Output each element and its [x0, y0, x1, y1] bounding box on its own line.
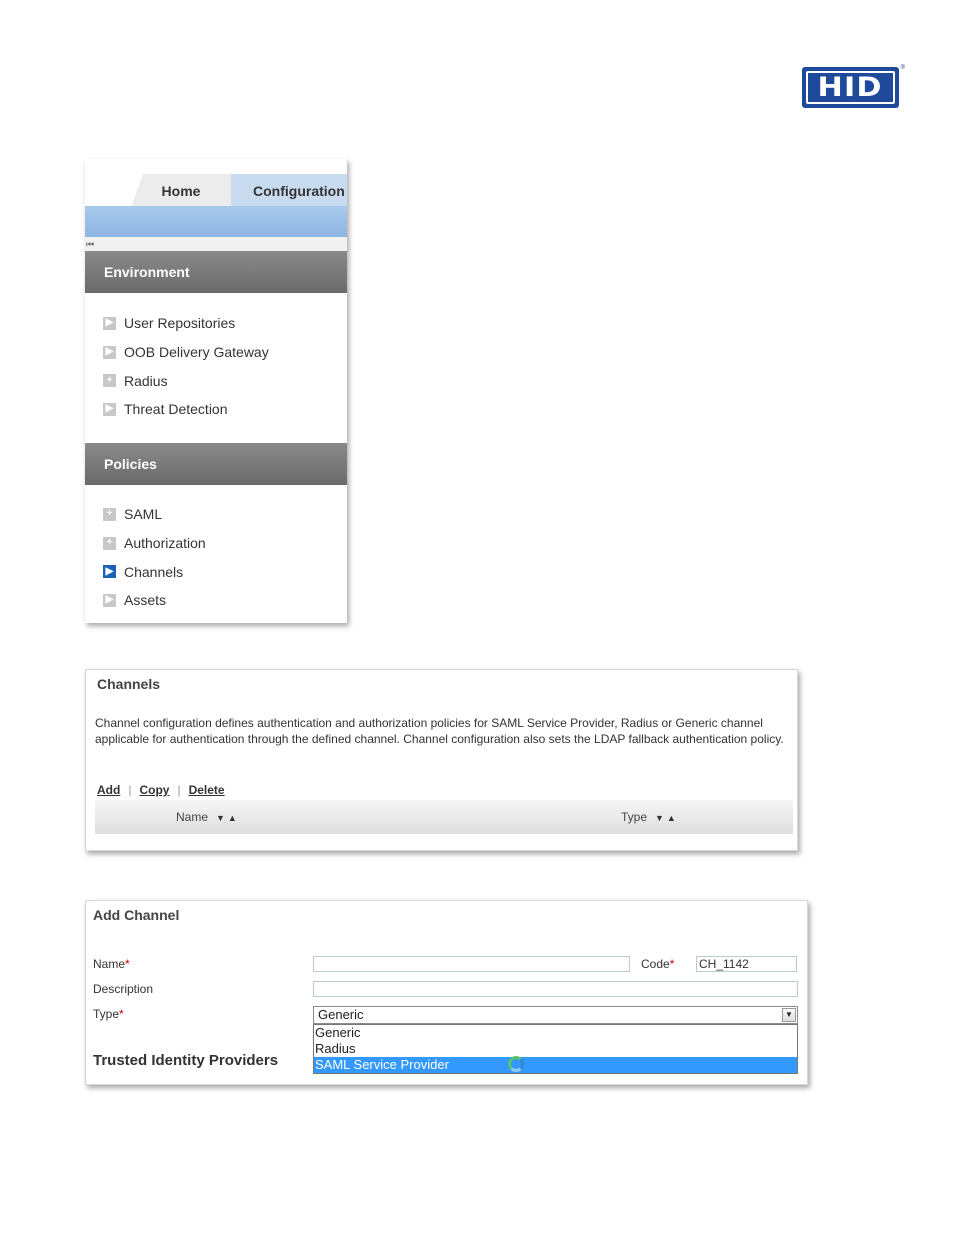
chevron-down-icon[interactable]: ▼	[782, 1008, 796, 1022]
action-separator: |	[128, 783, 132, 797]
nav-item-assets[interactable]: ▶ Assets	[85, 586, 347, 615]
type-dropdown-list: Generic Radius SAML Service Provider	[313, 1024, 798, 1074]
nav-item-user-repositories[interactable]: ▶ User Repositories	[85, 309, 347, 338]
nav-item-label: Authorization	[124, 535, 206, 552]
table-header: Name ▼▲ Type ▼▲	[95, 800, 793, 834]
type-select[interactable]: Generic ▼	[313, 1006, 798, 1024]
action-bar: Add | Copy | Delete	[97, 783, 225, 797]
channels-panel: Channels Channel configuration defines a…	[85, 669, 798, 851]
tab-home[interactable]: Home	[131, 174, 231, 207]
hid-logo-text: HID	[817, 72, 884, 103]
column-type-label: Type	[621, 810, 648, 824]
nav-item-channels[interactable]: ▶ Channels	[85, 557, 347, 586]
trusted-identity-providers-heading: Trusted Identity Providers	[93, 1052, 279, 1069]
chevron-right-icon: ▶	[103, 565, 116, 579]
add-channel-panel: Add Channel Name* Code* CH_1142 Descript…	[85, 900, 808, 1085]
nav-item-label: User Repositories	[124, 315, 236, 332]
name-label: Name*	[93, 957, 130, 971]
type-label-text: Type	[93, 1007, 120, 1021]
registered-mark: ®	[900, 65, 905, 71]
nav-item-oob-delivery-gateway[interactable]: ▶ OOB Delivery Gateway	[85, 338, 347, 367]
chevron-right-icon: ▶	[103, 345, 116, 359]
nav-item-label: OOB Delivery Gateway	[124, 344, 269, 361]
column-name-label: Name	[176, 810, 209, 824]
channels-description: Channel configuration defines authentica…	[95, 716, 784, 746]
chevron-right-icon: ▶	[103, 402, 116, 416]
nav-item-label: Threat Detection	[124, 401, 228, 418]
option-generic[interactable]: Generic	[314, 1025, 797, 1041]
code-label: Code*	[641, 957, 674, 971]
chevron-right-icon: ▶	[103, 316, 116, 330]
required-mark: *	[119, 1007, 124, 1021]
sort-icon[interactable]: ▼▲	[655, 813, 679, 823]
nav-item-saml[interactable]: + SAML	[85, 500, 347, 529]
nav-item-threat-detection[interactable]: ▶ Threat Detection	[85, 395, 347, 424]
nav-item-label: Channels	[124, 563, 184, 580]
tab-configuration[interactable]: Configuration	[231, 174, 347, 207]
nav-item-radius[interactable]: + Radius	[85, 366, 347, 395]
nav-item-label: Radius	[124, 372, 168, 389]
tab-bar: Home Configuration	[85, 159, 347, 207]
loading-spinner-icon	[508, 1056, 524, 1072]
option-saml-service-provider[interactable]: SAML Service Provider	[314, 1056, 797, 1073]
action-separator: |	[177, 783, 181, 797]
policies-list: + SAML + Authorization ▶ Channels ▶ Asse…	[85, 500, 347, 615]
collapse-icon[interactable]: ⏮	[86, 239, 94, 249]
required-mark: *	[125, 957, 130, 971]
name-field[interactable]	[313, 956, 630, 972]
add-link[interactable]: Add	[97, 783, 120, 797]
nav-item-label: SAML	[124, 506, 163, 523]
code-field[interactable]: CH_1142	[696, 956, 797, 972]
sort-icon[interactable]: ▼▲	[216, 813, 240, 823]
name-label-text: Name	[93, 957, 126, 971]
page-title: Channels	[97, 676, 161, 692]
type-label: Type*	[93, 1007, 124, 1021]
chevron-right-icon: ▶	[103, 593, 116, 607]
section-policies[interactable]: Policies	[85, 443, 347, 485]
environment-list: ▶ User Repositories ▶ OOB Delivery Gatew…	[85, 309, 347, 424]
copy-link[interactable]: Copy	[139, 783, 169, 797]
nav-item-label: Assets	[124, 592, 167, 609]
code-label-text: Code	[641, 957, 670, 971]
hid-logo-frame: HID	[806, 71, 895, 104]
form-title: Add Channel	[93, 907, 180, 923]
type-selected-value: Generic	[318, 1007, 364, 1022]
navigation-panel: Home Configuration ⏮ Environment ▶ User …	[85, 159, 347, 623]
option-radius[interactable]: Radius	[314, 1041, 797, 1057]
required-mark: *	[669, 957, 675, 971]
option-label: SAML Service Provider	[315, 1057, 449, 1072]
sub-nav-bar	[85, 206, 347, 237]
description-label: Description	[93, 982, 154, 996]
column-type[interactable]: Type ▼▲	[621, 810, 679, 824]
collapse-bar: ⏮	[85, 237, 347, 251]
plus-icon: +	[103, 374, 116, 388]
section-environment[interactable]: Environment	[85, 251, 347, 293]
delete-link[interactable]: Delete	[189, 783, 225, 797]
description-field[interactable]	[313, 981, 798, 997]
hid-logo: HID ®	[802, 65, 905, 108]
plus-icon: +	[103, 507, 116, 521]
nav-item-authorization[interactable]: + Authorization	[85, 529, 347, 558]
column-name[interactable]: Name ▼▲	[176, 810, 240, 824]
plus-icon: +	[103, 536, 116, 550]
